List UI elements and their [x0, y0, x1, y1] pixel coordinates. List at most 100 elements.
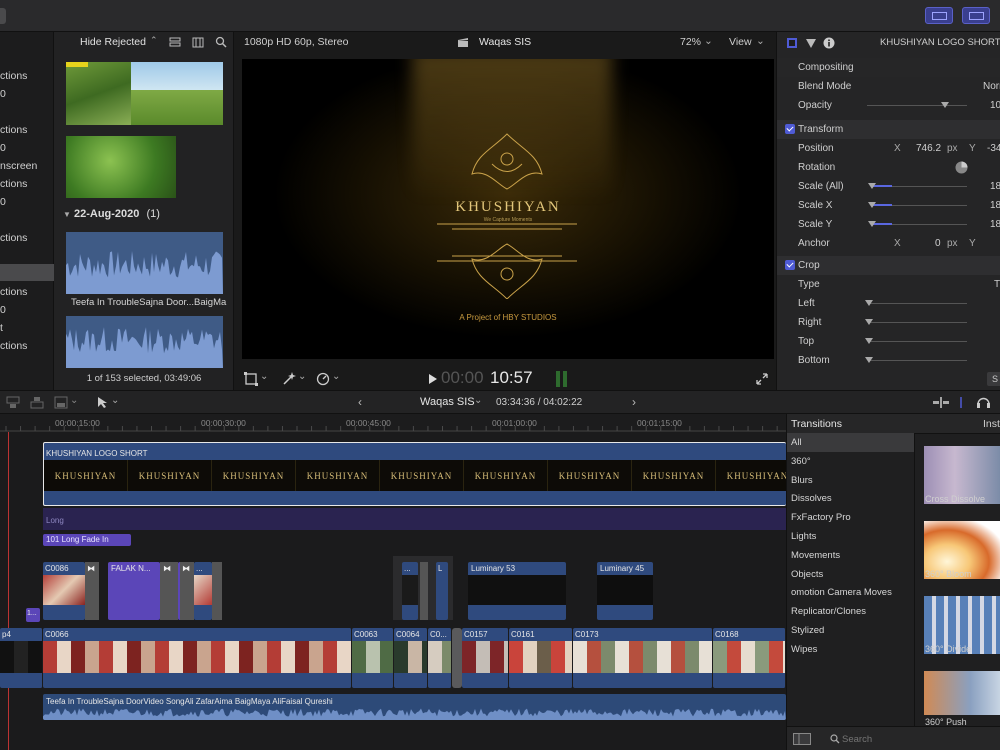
opacity-slider-knob[interactable] [941, 102, 949, 108]
crop-right-knob[interactable] [865, 319, 873, 325]
crop-right-slider[interactable] [869, 322, 967, 323]
crop-left-knob[interactable] [865, 300, 873, 306]
scale-all-value[interactable]: 18 [990, 181, 1000, 192]
crop-top-row[interactable]: Top [777, 332, 1000, 351]
transition-handle[interactable]: ⧓ [160, 562, 178, 620]
primary-clip[interactable]: C0... [428, 628, 452, 688]
transition-category-item[interactable]: Lights [787, 527, 914, 546]
sidebar-item[interactable]: t [0, 322, 3, 334]
anchor-x-value[interactable]: 0 [935, 238, 941, 249]
sidebar-toggle-icon[interactable] [793, 733, 811, 745]
timeline-ruler[interactable]: 00:00:15:00 00:00:30:00 00:00:45:00 00:0… [0, 414, 786, 432]
info-icon[interactable] [823, 37, 835, 49]
play-icon[interactable] [428, 374, 438, 384]
sidebar-item[interactable]: 0 [0, 304, 6, 316]
transition-handle[interactable]: ⧓ [180, 562, 194, 620]
speed-chevron-icon[interactable]: ⌄ [332, 371, 340, 382]
anchor-row[interactable]: Anchor X 0 px Y [777, 234, 1000, 253]
crop-bottom-slider[interactable] [869, 360, 967, 361]
small-connected-clip[interactable]: 1... [26, 608, 40, 622]
timeline[interactable]: KHUSHIYAN LOGO SHORT KHUSHIYAN KHUSHIYAN K… [0, 432, 786, 750]
timecode-display[interactable]: 10:57 [490, 368, 533, 388]
color-inspector-icon[interactable] [805, 37, 817, 49]
browser-clip-thumbnail[interactable] [66, 136, 176, 198]
primary-clip[interactable]: C0168 [713, 628, 786, 688]
transition-category-item[interactable]: 360° [787, 452, 914, 471]
scale-x-row[interactable]: Scale X 18 [777, 196, 1000, 215]
sidebar-item[interactable]: ctions [0, 340, 27, 352]
view-menu[interactable]: View [729, 36, 752, 48]
opacity-slider[interactable] [867, 105, 967, 106]
browser-clip-thumbnail[interactable] [66, 62, 223, 125]
connect-clip-icon[interactable] [6, 396, 20, 409]
transform-checkbox[interactable] [785, 124, 795, 134]
primary-clip[interactable]: C0066 [43, 628, 352, 688]
hide-rejected-filter[interactable]: Hide Rejected [80, 36, 146, 48]
primary-clip[interactable]: C0157 [462, 628, 509, 688]
transition-category-item[interactable]: FxFactory Pro [787, 508, 914, 527]
library-toggle-button[interactable] [0, 8, 6, 24]
date-group-header[interactable]: ▼ 22-Aug-2020 (1) [63, 208, 160, 220]
primary-clip[interactable]: C0063 [352, 628, 394, 688]
connected-clip[interactable]: L [436, 562, 448, 620]
audio-skimming-icon[interactable] [957, 397, 965, 408]
scale-y-row[interactable]: Scale Y 18 [777, 215, 1000, 234]
filter-chevron-icon[interactable]: ⌃ [150, 35, 158, 46]
timeline-project-name[interactable]: Waqas SIS [420, 396, 475, 408]
connected-clip[interactable]: ... [402, 562, 418, 620]
playhead[interactable] [8, 432, 9, 750]
primary-clip[interactable]: p4 [0, 628, 43, 688]
search-icon[interactable] [215, 36, 227, 48]
history-back-icon[interactable]: ‹ [358, 395, 362, 409]
position-row[interactable]: Position X 746.2 px Y -34 [777, 139, 1000, 158]
crop-top-knob[interactable] [865, 338, 873, 344]
blend-mode-row[interactable]: Blend Mode Norr [777, 77, 1000, 96]
zoom-chevron-icon[interactable]: ⌄ [704, 35, 713, 47]
scale-x-knob[interactable] [868, 202, 876, 208]
transition-category-item[interactable]: Dissolves [787, 489, 914, 508]
transition-handle[interactable] [212, 562, 222, 620]
project-chevron-icon[interactable]: ⌄ [474, 395, 482, 406]
audio-clip-thumbnail[interactable] [66, 316, 223, 368]
sidebar-item[interactable]: 0 [0, 88, 6, 100]
transition-category-item[interactable]: Wipes [787, 640, 914, 659]
enhance-chevron-icon[interactable]: ⌄ [298, 371, 306, 382]
crop-left-slider[interactable] [869, 303, 967, 304]
primary-storyline[interactable]: p4 C0066 C0063 C0064 C0... C0157 C0161 C0173 C01… [0, 628, 786, 688]
audio-clip-thumbnail[interactable] [66, 232, 223, 294]
connected-clip[interactable]: C0086 [43, 562, 85, 620]
transition-category-item[interactable]: Blurs [787, 471, 914, 490]
scale-all-row[interactable]: Scale (All) 18 [777, 177, 1000, 196]
scale-all-knob[interactable] [868, 183, 876, 189]
transition-category-item[interactable]: All [787, 433, 914, 452]
scale-y-knob[interactable] [868, 221, 876, 227]
crop-type-value[interactable]: T [994, 279, 1000, 290]
sidebar-item[interactable]: ctions [0, 232, 27, 244]
opacity-value[interactable]: 10 [990, 100, 1000, 111]
headphones-icon[interactable] [977, 396, 990, 408]
transform-icon[interactable] [244, 372, 258, 386]
clip-appearance-icon[interactable] [169, 37, 181, 48]
connected-clip[interactable]: Luminary 53 [468, 562, 566, 620]
enhance-wand-icon[interactable] [282, 372, 296, 386]
crop-bottom-knob[interactable] [865, 357, 873, 363]
sidebar-item[interactable]: nscreen [0, 160, 37, 172]
primary-clip[interactable]: C0161 [509, 628, 573, 688]
transition-thumbnail[interactable] [924, 671, 1000, 715]
blend-mode-value[interactable]: Norr [983, 81, 1000, 92]
sidebar-selected-item[interactable] [0, 264, 54, 281]
sidebar-item[interactable]: 0 [0, 142, 6, 154]
filmstrip-icon[interactable] [192, 37, 204, 48]
transform-section[interactable]: Transform [777, 120, 1000, 139]
view-chevron-icon[interactable]: ⌄ [756, 35, 765, 47]
transition-handle[interactable] [420, 562, 428, 620]
transitions-search-input[interactable] [842, 731, 992, 747]
layout-list-button[interactable] [962, 7, 990, 24]
opacity-row[interactable]: Opacity 10 [777, 96, 1000, 115]
crop-right-row[interactable]: Right [777, 313, 1000, 332]
scale-y-value[interactable]: 18 [990, 219, 1000, 230]
fullscreen-icon[interactable] [756, 373, 768, 385]
video-inspector-icon[interactable] [786, 37, 798, 49]
transition-category-item[interactable]: Movements [787, 546, 914, 565]
skimming-icon[interactable] [933, 397, 949, 408]
